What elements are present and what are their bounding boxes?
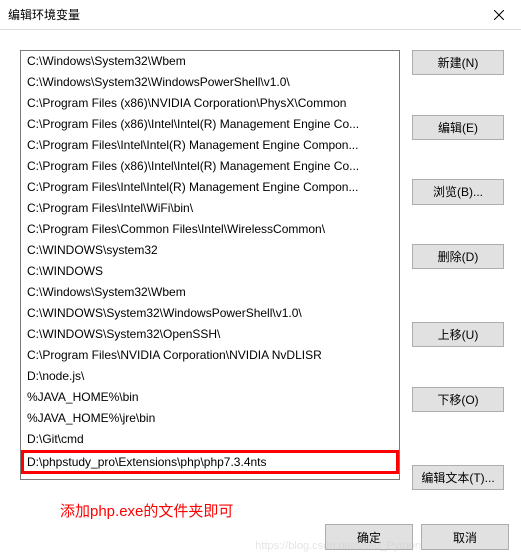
list-item[interactable]: C:\Program Files (x86)\Intel\Intel(R) Ma… xyxy=(21,114,399,135)
list-item[interactable]: %JAVA_HOME%\bin xyxy=(21,387,399,408)
list-item[interactable]: C:\Windows\System32\Wbem xyxy=(21,51,399,72)
dialog-title: 编辑环境变量 xyxy=(8,6,80,23)
browse-button[interactable]: 浏览(B)... xyxy=(412,179,504,204)
list-item[interactable]: D:\Git\cmd xyxy=(21,429,399,450)
main-content: C:\Windows\System32\WbemC:\Windows\Syste… xyxy=(0,30,521,490)
dialog-footer: 确定 取消 xyxy=(325,524,509,550)
delete-button[interactable]: 删除(D) xyxy=(412,244,504,269)
list-item[interactable]: C:\Program Files\Intel\WiFi\bin\ xyxy=(21,198,399,219)
list-item[interactable]: C:\Program Files (x86)\NVIDIA Corporatio… xyxy=(21,93,399,114)
list-item[interactable]: D:\phpstudy_pro\Extensions\php\php7.3.4n… xyxy=(21,450,399,474)
list-item[interactable]: C:\Program Files\Common Files\Intel\Wire… xyxy=(21,219,399,240)
move-up-button[interactable]: 上移(U) xyxy=(412,322,504,347)
list-item[interactable]: C:\WINDOWS\System32\WindowsPowerShell\v1… xyxy=(21,303,399,324)
list-item[interactable]: C:\Program Files\Intel\Intel(R) Manageme… xyxy=(21,177,399,198)
close-button[interactable] xyxy=(476,0,521,30)
list-item[interactable]: C:\Program Files (x86)\Intel\Intel(R) Ma… xyxy=(21,156,399,177)
annotation-text: 添加php.exe的文件夹即可 xyxy=(60,500,233,521)
list-item[interactable]: C:\WINDOWS\System32\OpenSSH\ xyxy=(21,324,399,345)
list-item[interactable]: %JAVA_HOME%\jre\bin xyxy=(21,408,399,429)
list-item[interactable]: C:\WINDOWS\system32 xyxy=(21,240,399,261)
title-bar: 编辑环境变量 xyxy=(0,0,521,30)
list-item[interactable]: C:\Program Files\Intel\Intel(R) Manageme… xyxy=(21,135,399,156)
move-down-button[interactable]: 下移(O) xyxy=(412,387,504,412)
new-button[interactable]: 新建(N) xyxy=(412,50,504,75)
ok-button[interactable]: 确定 xyxy=(325,524,413,550)
list-item[interactable]: C:\Windows\System32\WindowsPowerShell\v1… xyxy=(21,72,399,93)
edit-button[interactable]: 编辑(E) xyxy=(412,115,504,140)
list-item[interactable]: C:\WINDOWS xyxy=(21,261,399,282)
path-list[interactable]: C:\Windows\System32\WbemC:\Windows\Syste… xyxy=(20,50,400,480)
list-item[interactable]: C:\Program Files\NVIDIA Corporation\NVID… xyxy=(21,345,399,366)
list-item[interactable]: D:\node.js\ xyxy=(21,366,399,387)
button-column: 新建(N) 编辑(E) 浏览(B)... 删除(D) 上移(U) 下移(O) 编… xyxy=(400,50,516,490)
cancel-button[interactable]: 取消 xyxy=(421,524,509,550)
close-icon xyxy=(494,10,504,20)
list-item[interactable]: C:\Windows\System32\Wbem xyxy=(21,282,399,303)
edit-text-button[interactable]: 编辑文本(T)... xyxy=(412,465,504,490)
